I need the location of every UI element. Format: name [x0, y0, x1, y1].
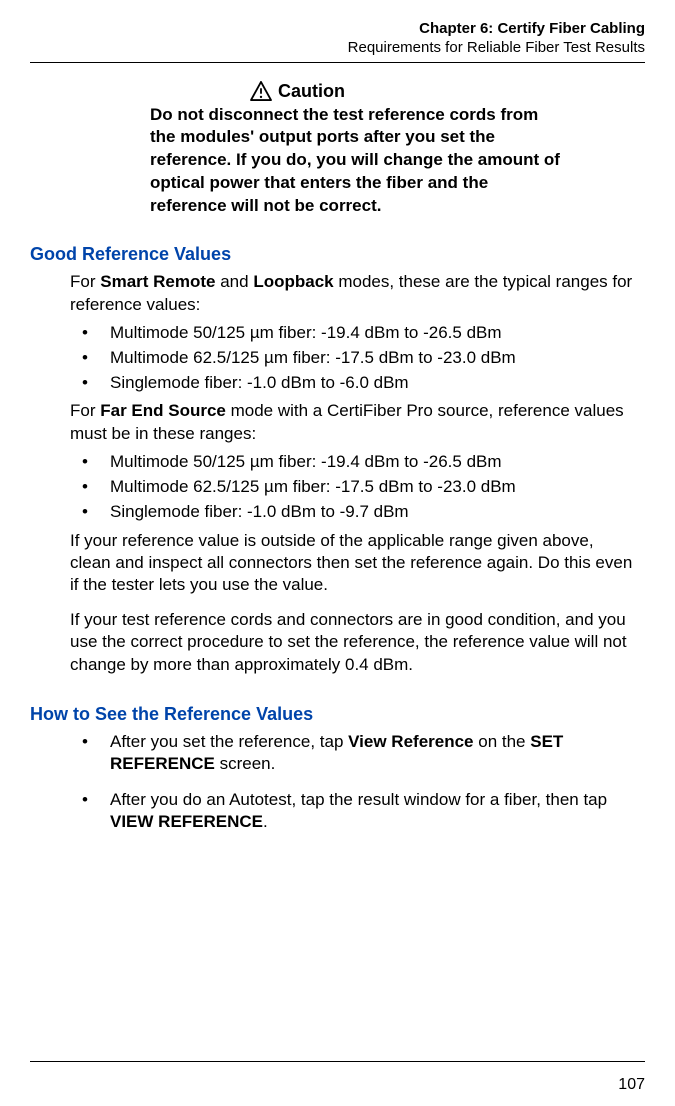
list-item: After you set the reference, tap View Re…: [70, 731, 635, 775]
spacer: [30, 682, 645, 704]
paragraph: If your test reference cords and connect…: [70, 609, 635, 676]
caution-block: Caution Do not disconnect the test refer…: [150, 81, 645, 219]
text-run: on the: [474, 732, 531, 751]
chapter-title: Chapter 6: Certify Fiber Cabling: [30, 20, 645, 39]
section-title: Requirements for Reliable Fiber Test Res…: [30, 39, 645, 58]
list-item: Singlemode fiber: -1.0 dBm to -6.0 dBm: [70, 372, 635, 394]
text-run: After you do an Autotest, tap the result…: [110, 790, 607, 809]
intro-paragraph-2: For Far End Source mode with a CertiFibe…: [70, 400, 635, 445]
caution-label: Caution: [278, 81, 345, 102]
list-item: Multimode 50/125 µm fiber: -19.4 dBm to …: [70, 322, 635, 344]
reference-list-1: Multimode 50/125 µm fiber: -19.4 dBm to …: [70, 322, 635, 394]
section-body-2: After you set the reference, tap View Re…: [70, 731, 645, 833]
caution-text: Do not disconnect the test reference cor…: [150, 104, 565, 219]
text-run: For: [70, 272, 100, 291]
text-run: For: [70, 401, 100, 420]
header-rule: [30, 62, 645, 63]
text-run: .: [263, 812, 268, 831]
list-item: Singlemode fiber: -1.0 dBm to -9.7 dBm: [70, 501, 635, 523]
section-heading-good-reference: Good Reference Values: [30, 244, 645, 265]
document-page: Chapter 6: Certify Fiber Cabling Require…: [0, 0, 675, 1106]
text-bold: Loopback: [253, 272, 333, 291]
text-bold: Far End Source: [100, 401, 226, 420]
section-heading-how-to-see: How to See the Reference Values: [30, 704, 645, 725]
text-bold: VIEW REFERENCE: [110, 812, 263, 831]
warning-triangle-icon: [250, 81, 272, 101]
intro-paragraph-1: For Smart Remote and Loopback modes, the…: [70, 271, 635, 316]
text-run: and: [216, 272, 254, 291]
footer-rule: [30, 1061, 645, 1062]
list-item: Multimode 50/125 µm fiber: -19.4 dBm to …: [70, 451, 635, 473]
running-header: Chapter 6: Certify Fiber Cabling Require…: [30, 20, 645, 58]
text-run: After you set the reference, tap: [110, 732, 348, 751]
section-body-1: For Smart Remote and Loopback modes, the…: [70, 271, 645, 676]
caution-heading: Caution: [150, 81, 565, 102]
page-number: 107: [618, 1076, 645, 1094]
paragraph: If your reference value is outside of th…: [70, 530, 635, 597]
list-item: Multimode 62.5/125 µm fiber: -17.5 dBm t…: [70, 347, 635, 369]
list-item: After you do an Autotest, tap the result…: [70, 789, 635, 833]
reference-list-2: Multimode 50/125 µm fiber: -19.4 dBm to …: [70, 451, 635, 523]
how-to-list: After you set the reference, tap View Re…: [70, 731, 635, 833]
text-bold: View Reference: [348, 732, 473, 751]
text-bold: Smart Remote: [100, 272, 215, 291]
text-run: screen.: [215, 754, 275, 773]
list-item: Multimode 62.5/125 µm fiber: -17.5 dBm t…: [70, 476, 635, 498]
